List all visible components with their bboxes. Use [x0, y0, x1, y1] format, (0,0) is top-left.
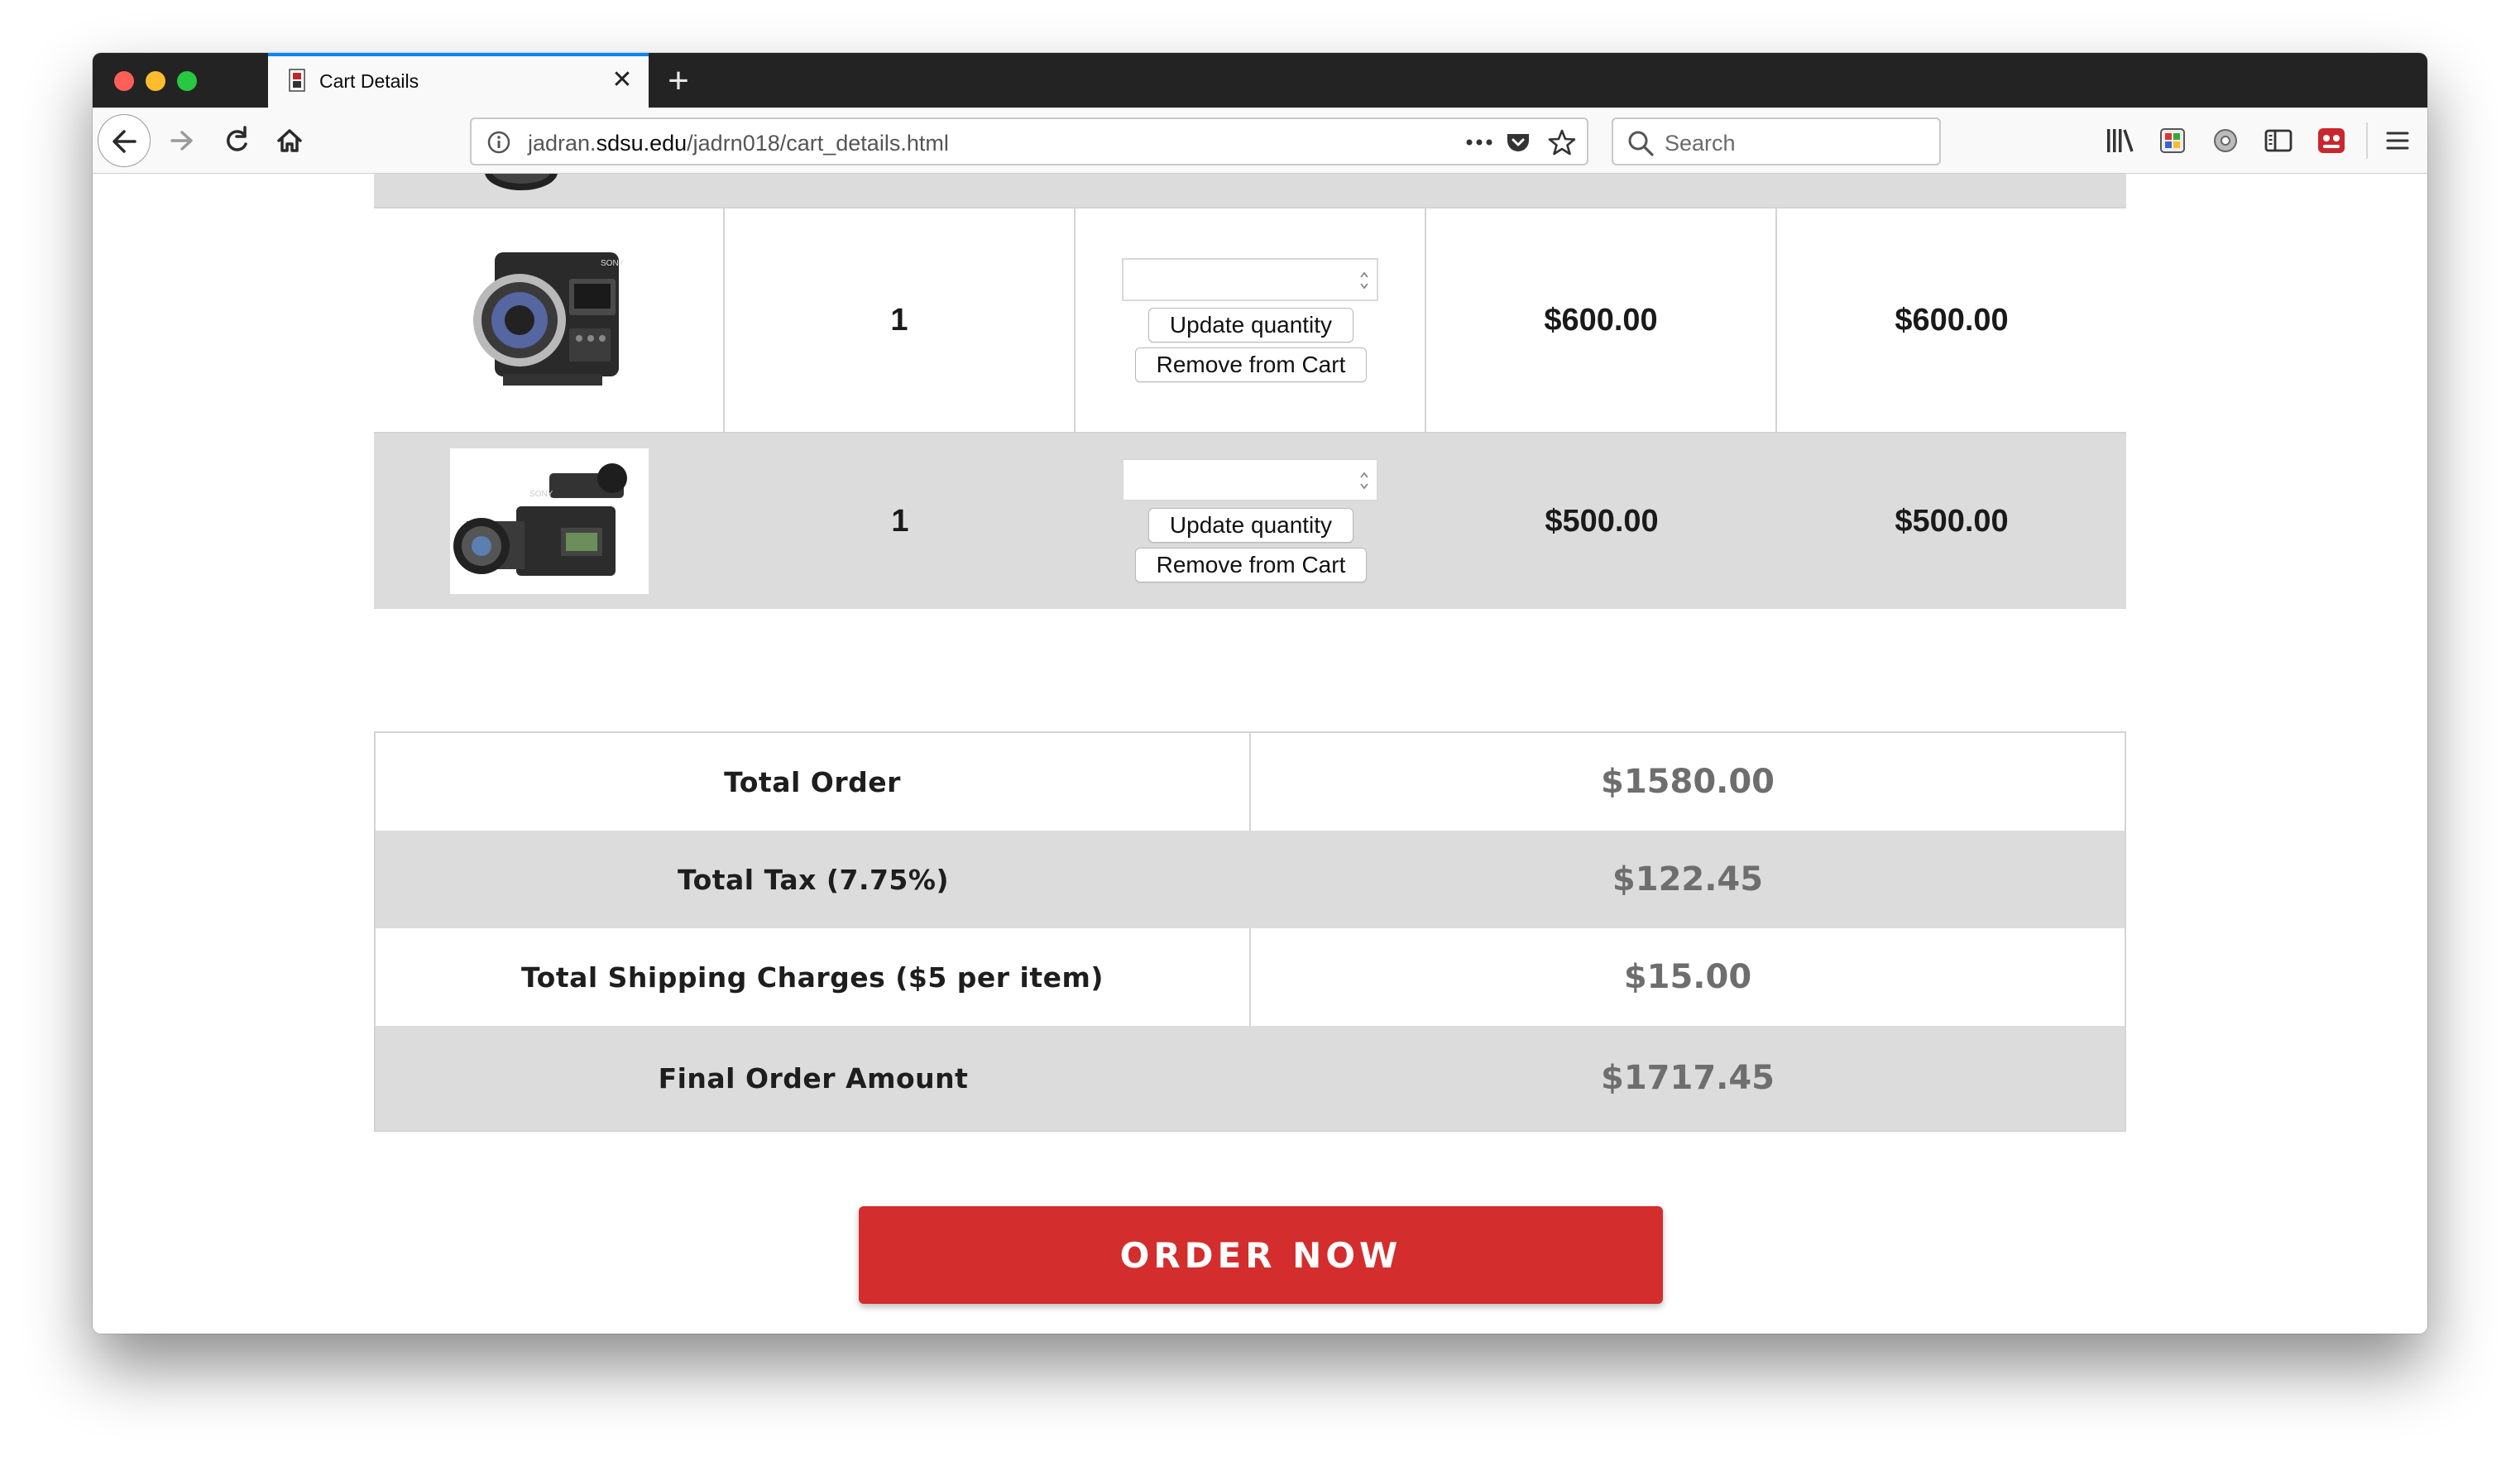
menu-icon[interactable]	[2381, 124, 2414, 157]
actions-cell: Update quantity Remove from Cart	[1076, 434, 1426, 609]
reload-icon	[227, 126, 247, 151]
quantity-input[interactable]	[1122, 458, 1378, 501]
nav-bar: jadran.sdsu.edu/jadrn018/cart_details.ht…	[93, 108, 2427, 174]
home-button[interactable]	[265, 116, 314, 165]
order-summary-table: Total Order $1580.00 Total Tax (7.75%) $…	[374, 731, 2126, 1132]
site-favicon-icon	[289, 69, 305, 92]
library-icon[interactable]	[2103, 124, 2136, 157]
spinner-arrows-icon[interactable]	[1358, 268, 1370, 293]
close-window-button[interactable]	[114, 71, 134, 91]
zoom-window-button[interactable]	[177, 71, 197, 91]
summary-value: $1580.00	[1600, 763, 1775, 801]
extension-red-icon[interactable]	[2315, 124, 2348, 157]
url-domain: sdsu.edu	[596, 131, 687, 156]
unit-price-cell: $600.00	[1426, 208, 1777, 432]
back-button[interactable]	[98, 114, 151, 167]
sidebar-toggle-icon[interactable]	[2262, 124, 2295, 157]
product-image-cell: SONY	[374, 208, 725, 432]
update-quantity-button[interactable]: Update quantity	[1148, 508, 1353, 543]
quantity-cell: 1	[725, 434, 1076, 609]
quantity-value: 1	[891, 503, 909, 539]
unit-price-cell: $500.00	[1426, 434, 1777, 609]
minimize-window-button[interactable]	[146, 71, 165, 91]
search-icon	[1628, 131, 1654, 156]
product-image-partial	[485, 174, 558, 190]
close-tab-icon[interactable]: ✕	[609, 67, 635, 93]
cart-item-row: SONY 1 Update quantity Remove from Cart …	[374, 434, 2126, 609]
more-actions-icon[interactable]	[1464, 131, 1494, 154]
line-total-cell: $500.00	[1777, 434, 2126, 609]
toolbar-divider	[2366, 122, 2368, 159]
summary-value: $15.00	[1623, 958, 1752, 996]
tab-title: Cart Details	[319, 70, 419, 92]
url-path: /jadrn018/cart_details.html	[687, 131, 949, 156]
remove-from-cart-button[interactable]: Remove from Cart	[1135, 548, 1367, 582]
tab-bar: Cart Details ✕ +	[93, 53, 2427, 108]
browser-window: Cart Details ✕ + jadran.sdsu.edu/jadrn01…	[93, 53, 2427, 1334]
bookmark-star-icon[interactable]	[1547, 127, 1577, 157]
product-image: SONY	[473, 252, 625, 386]
site-info-icon[interactable]	[486, 130, 511, 155]
summary-label: Total Shipping Charges ($5 per item)	[376, 928, 1251, 1026]
tab-cart-details[interactable]: Cart Details ✕	[268, 53, 649, 108]
summary-row-shipping: Total Shipping Charges ($5 per item) $15…	[376, 928, 2125, 1026]
summary-row-total-tax: Total Tax (7.75%) $122.45	[376, 831, 2125, 928]
update-quantity-button[interactable]: Update quantity	[1148, 308, 1353, 343]
pocket-icon[interactable]	[1504, 129, 1532, 156]
quantity-value: 1	[890, 302, 908, 338]
unit-price: $500.00	[1545, 503, 1659, 539]
product-image: SONY	[450, 448, 649, 594]
spinner-arrows-icon[interactable]	[1358, 468, 1370, 493]
summary-value: $1717.45	[1600, 1059, 1775, 1097]
unit-price: $600.00	[1544, 302, 1658, 338]
summary-row-total-order: Total Order $1580.00	[376, 733, 2125, 831]
line-total-cell: $600.00	[1777, 208, 2126, 432]
line-total: $600.00	[1895, 302, 2009, 338]
new-tab-icon[interactable]: +	[655, 58, 702, 104]
summary-label: Total Tax (7.75%)	[677, 863, 950, 896]
summary-value: $122.45	[1612, 860, 1764, 898]
forward-button[interactable]	[157, 116, 207, 165]
summary-row-final-amount: Final Order Amount $1717.45	[376, 1026, 2125, 1130]
quantity-cell: 1	[725, 208, 1076, 432]
summary-label: Final Order Amount	[658, 1061, 969, 1095]
home-icon	[277, 129, 302, 152]
extension-gear-icon[interactable]	[2209, 124, 2242, 157]
quantity-input[interactable]	[1122, 258, 1378, 301]
page-content: SONY 1 Update quantity Remove from Cart …	[93, 174, 2427, 1334]
product-image-cell: SONY	[374, 434, 725, 609]
actions-cell: Update quantity Remove from Cart	[1076, 208, 1426, 432]
search-placeholder: Search	[1665, 131, 1736, 156]
cart-item-row: SONY 1 Update quantity Remove from Cart …	[374, 208, 2126, 434]
arrow-right-icon	[170, 131, 193, 151]
line-total: $500.00	[1895, 503, 2009, 539]
svg-text:SONY: SONY	[529, 490, 553, 499]
summary-label: Total Order	[376, 733, 1251, 831]
order-now-button[interactable]: ORDER NOW	[859, 1206, 1663, 1304]
svg-text:SONY: SONY	[601, 259, 625, 268]
extension-screenshot-icon[interactable]	[2156, 124, 2189, 157]
cart-row-partial	[374, 174, 2126, 208]
url-bar[interactable]: jadran.sdsu.edu/jadrn018/cart_details.ht…	[470, 117, 1588, 165]
arrow-left-icon	[113, 130, 137, 153]
remove-from-cart-button[interactable]: Remove from Cart	[1135, 347, 1367, 382]
search-input[interactable]: Search	[1612, 117, 1941, 165]
url-prefix: jadran.	[528, 131, 596, 156]
reload-button[interactable]	[212, 116, 261, 165]
url-text[interactable]: jadran.sdsu.edu/jadrn018/cart_details.ht…	[528, 131, 949, 156]
